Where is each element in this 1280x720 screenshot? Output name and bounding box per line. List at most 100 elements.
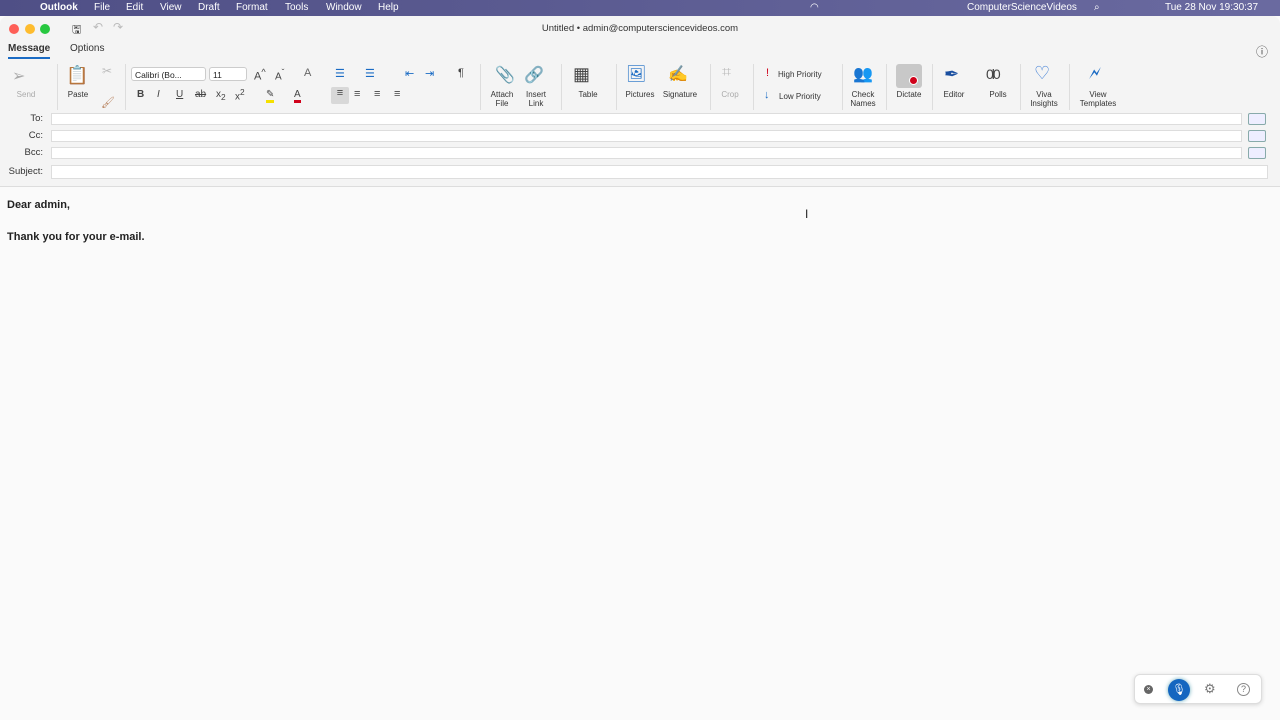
font-size-value: 11 xyxy=(213,70,222,80)
grow-font-icon[interactable]: A^ xyxy=(254,67,266,83)
menubar-clock[interactable]: Tue 28 Nov 19:30:37 xyxy=(1165,2,1258,13)
bcc-address-book-icon[interactable] xyxy=(1248,147,1266,159)
paste-button[interactable]: Paste xyxy=(62,90,94,99)
bullets-icon[interactable]: ☰ xyxy=(335,67,345,80)
font-size-select[interactable]: 11 xyxy=(209,67,247,81)
menu-app[interactable]: Outlook xyxy=(40,2,78,13)
menubar-user[interactable]: ComputerScienceVideos xyxy=(967,2,1077,13)
menu-tools[interactable]: Tools xyxy=(285,2,308,13)
editor-icon: ✒ xyxy=(944,64,960,84)
dictation-toolbar: × 🎙 ⚙ ? xyxy=(1134,674,1262,704)
subject-input[interactable] xyxy=(51,165,1268,179)
check-names-button[interactable]: Check Names xyxy=(845,90,881,108)
menu-edit[interactable]: Edit xyxy=(126,2,143,13)
body-line-thanks: Thank you for your e-mail. xyxy=(7,231,145,243)
numbering-icon[interactable]: ☰ xyxy=(365,67,375,80)
table-button[interactable]: Table xyxy=(570,90,606,99)
table-icon: ▦ xyxy=(573,64,591,84)
tab-message[interactable]: Message xyxy=(8,43,51,59)
format-painter-icon[interactable]: 🖌 xyxy=(101,96,115,109)
link-label-2: Link xyxy=(528,99,544,108)
justify-icon[interactable]: ≡ xyxy=(394,88,400,100)
bcc-label: Bcc: xyxy=(24,147,43,158)
pictures-button[interactable]: Pictures xyxy=(622,90,658,99)
underline-icon[interactable]: U xyxy=(176,89,183,100)
font-family-select[interactable]: Calibri (Bo... xyxy=(131,67,206,81)
attach-file-button[interactable]: Attach File xyxy=(484,90,520,108)
strikethrough-icon[interactable]: ab xyxy=(195,89,206,100)
viva-label-1: Viva xyxy=(1036,90,1052,99)
bcc-input[interactable] xyxy=(51,147,1242,159)
wifi-icon[interactable]: ◠ xyxy=(810,2,819,13)
high-priority-button[interactable]: High Priority xyxy=(778,70,822,79)
clipboard-icon: 📋 xyxy=(66,65,89,85)
cc-input[interactable] xyxy=(51,130,1242,142)
cut-icon[interactable]: ✂ xyxy=(102,64,112,78)
tab-options[interactable]: Options xyxy=(70,43,104,54)
view-templates-button[interactable]: View Templates xyxy=(1076,90,1120,108)
menu-view[interactable]: View xyxy=(160,2,182,13)
dictate-button[interactable]: Dictate xyxy=(891,90,927,99)
subscript-icon[interactable]: x2 xyxy=(216,89,226,102)
templates-label-2: Templates xyxy=(1079,99,1117,108)
insert-link-button[interactable]: Insert Link xyxy=(518,90,554,108)
show-formatting-icon[interactable]: ¶ xyxy=(458,67,464,79)
message-body[interactable]: Dear admin, Thank you for your e-mail. I xyxy=(0,186,1280,720)
check-label-2: Names xyxy=(850,99,876,108)
attach-label-1: Attach xyxy=(490,90,514,99)
bold-icon[interactable]: B xyxy=(137,89,144,100)
viva-insights-icon: ♡ xyxy=(1034,63,1051,83)
subject-label: Subject: xyxy=(8,166,43,177)
italic-icon[interactable]: I xyxy=(157,89,160,100)
templates-label-1: View xyxy=(1089,90,1107,99)
check-names-icon: 👥 xyxy=(853,66,873,83)
signature-button[interactable]: Signature xyxy=(660,90,700,99)
polls-button[interactable]: Polls xyxy=(980,90,1016,99)
menu-help[interactable]: Help xyxy=(378,2,399,13)
highlight-icon[interactable]: ✎ xyxy=(266,89,275,103)
editor-button[interactable]: Editor xyxy=(936,90,972,99)
clear-formatting-icon[interactable]: A xyxy=(304,67,311,79)
window-title: Untitled • admin@computersciencevideos.c… xyxy=(541,23,739,34)
link-label-1: Insert xyxy=(525,90,546,99)
search-icon[interactable]: ⌕ xyxy=(1094,2,1100,13)
compose-window: 🖫 ↶ ↷ Untitled • admin@computersciencevi… xyxy=(0,16,1280,720)
menu-draft[interactable]: Draft xyxy=(198,2,220,13)
menu-bar: Outlook File Edit View Draft Format Tool… xyxy=(0,0,1280,16)
low-priority-button[interactable]: Low Priority xyxy=(779,92,821,101)
help-icon[interactable]: ⓘ xyxy=(1256,43,1268,60)
microphone-icon[interactable]: 🎙 xyxy=(1168,679,1190,701)
pictures-icon: 🖼 xyxy=(626,66,647,83)
align-left-icon[interactable]: ≡ xyxy=(331,87,349,104)
paperclip-icon: 📎 xyxy=(495,67,515,84)
crop-button[interactable]: Crop xyxy=(714,90,746,99)
high-priority-icon: ! xyxy=(766,67,770,79)
increase-indent-icon[interactable]: ⇥ xyxy=(425,67,434,80)
to-input[interactable] xyxy=(51,113,1242,125)
to-address-book-icon[interactable] xyxy=(1248,113,1266,125)
align-center-icon[interactable]: ≡ xyxy=(354,88,360,100)
superscript-icon[interactable]: x2 xyxy=(235,87,245,102)
font-color-icon[interactable]: A xyxy=(294,89,301,103)
attach-label-2: File xyxy=(495,99,509,108)
menu-window[interactable]: Window xyxy=(326,2,362,13)
menu-format[interactable]: Format xyxy=(236,2,268,13)
send-icon[interactable]: ➢ xyxy=(12,66,25,86)
dictate-icon xyxy=(896,64,922,88)
shrink-font-icon[interactable]: Aˇ xyxy=(275,67,284,82)
send-button[interactable]: Send xyxy=(10,90,42,99)
cc-address-book-icon[interactable] xyxy=(1248,130,1266,142)
viva-insights-button[interactable]: Viva Insights xyxy=(1026,90,1062,108)
menu-file[interactable]: File xyxy=(94,2,110,13)
decrease-indent-icon[interactable]: ⇤ xyxy=(405,67,414,80)
signature-icon: ✍ xyxy=(668,66,688,83)
dictation-help-icon[interactable]: ? xyxy=(1237,683,1250,696)
link-icon: 🔗 xyxy=(524,67,544,84)
to-label: To: xyxy=(30,113,43,124)
settings-gear-icon[interactable]: ⚙ xyxy=(1204,681,1216,697)
text-cursor-icon: I xyxy=(805,207,809,221)
cc-label: Cc: xyxy=(28,130,43,141)
close-dictation-icon[interactable]: × xyxy=(1144,685,1153,694)
check-label-1: Check xyxy=(851,90,875,99)
align-right-icon[interactable]: ≡ xyxy=(374,88,380,100)
